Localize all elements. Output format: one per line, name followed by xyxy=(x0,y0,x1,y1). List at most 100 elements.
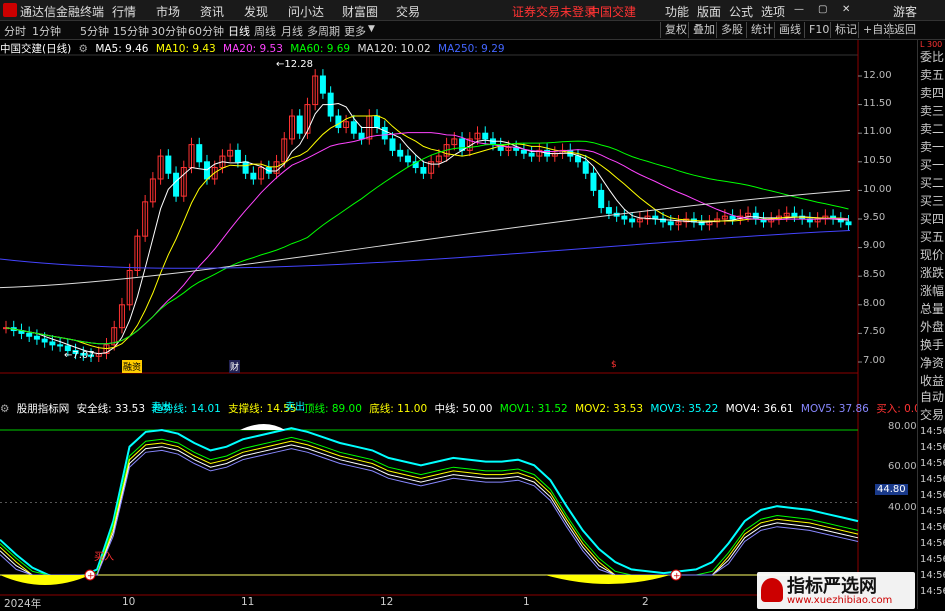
huaxian-button[interactable]: 画线 xyxy=(774,22,805,38)
event-marker-rongzi[interactable]: 融资 xyxy=(122,360,143,373)
duogu-button[interactable]: 多股 xyxy=(716,22,747,38)
indicator-legend: ⚙ 股朋指标网 安全线: 33.53 趋势线: 14.01 支撑线: 14.55… xyxy=(0,401,931,416)
indicator-value: MOV2: 33.53 xyxy=(575,403,644,415)
tab-weekly[interactable]: 周线 xyxy=(254,23,276,39)
candle-body xyxy=(242,161,249,174)
tab-1min[interactable]: 1分钟 xyxy=(32,23,61,39)
tab-multi-period[interactable]: 多周期 xyxy=(307,23,340,39)
tab-more[interactable]: 更多 xyxy=(344,23,366,39)
top-fill xyxy=(240,424,285,430)
ma60-label: MA60: 9.69 xyxy=(290,43,351,55)
time-row: 14:56 xyxy=(920,538,945,549)
menu-faxian[interactable]: 发现 xyxy=(244,3,268,20)
candle-body xyxy=(173,172,180,197)
quote-row[interactable]: 卖二 xyxy=(920,120,944,137)
kline-chart[interactable]: + + xyxy=(0,40,917,609)
quote-row[interactable]: 卖五 xyxy=(920,66,944,83)
settings-icon[interactable]: ⚙ xyxy=(79,43,88,55)
menu-hangqing[interactable]: 行情 xyxy=(112,3,136,20)
indicator-tick: 60.00 xyxy=(888,461,917,472)
low-price-label: ←7.07 xyxy=(64,350,95,361)
price-tick: 12.00 xyxy=(863,70,892,81)
quote-row[interactable]: 外盘 xyxy=(920,318,944,335)
back-button[interactable]: 返回 xyxy=(889,22,920,38)
quote-row[interactable]: 买五 xyxy=(920,228,944,245)
fuquan-button[interactable]: 复权 xyxy=(660,22,691,38)
candle-body xyxy=(845,221,852,226)
menu-gongshi[interactable]: 公式 xyxy=(729,3,753,20)
menu-wenxiaoda[interactable]: 问小达 xyxy=(288,3,324,20)
high-price-label: ←12.28 xyxy=(276,59,314,70)
quote-row[interactable]: 换手 xyxy=(920,336,944,353)
menu-shichang[interactable]: 市场 xyxy=(156,3,180,20)
diejia-button[interactable]: 叠加 xyxy=(688,22,719,38)
tab-daily[interactable]: 日线 xyxy=(228,23,250,39)
quote-row[interactable]: 买二 xyxy=(920,174,944,191)
tab-30min[interactable]: 30分钟 xyxy=(151,23,187,39)
biaoji-button[interactable]: 标记 xyxy=(830,22,861,38)
maximize-icon[interactable]: ▢ xyxy=(818,4,827,15)
price-tick: 9.50 xyxy=(863,212,886,223)
quote-panel: L 300 委比 卖五 卖四 卖三 卖二 卖一 买一 买二 买三 买四 买五 现… xyxy=(917,40,945,609)
candle-body xyxy=(389,138,396,151)
trade-label[interactable]: 交易 xyxy=(920,406,944,423)
candle-body xyxy=(203,161,210,180)
tab-15min[interactable]: 15分钟 xyxy=(113,23,149,39)
quote-row[interactable]: 净资 xyxy=(920,354,944,371)
candle-body xyxy=(381,126,388,140)
quote-row[interactable]: 涨跌 xyxy=(920,264,944,281)
quote-row[interactable]: 卖四 xyxy=(920,84,944,101)
indicator-value: MOV5: 37.86 xyxy=(800,403,869,415)
settings-icon[interactable]: ⚙ xyxy=(0,403,9,415)
event-marker-cai[interactable]: 财 xyxy=(229,360,241,373)
mov-line xyxy=(0,436,859,576)
f10-button[interactable]: F10 xyxy=(804,22,833,38)
guest-label[interactable]: 游客 xyxy=(893,3,917,20)
candle-body xyxy=(196,144,203,163)
tab-monthly[interactable]: 月线 xyxy=(281,23,303,39)
indicator-tick: 40.00 xyxy=(888,502,917,513)
quote-row[interactable]: 现价 xyxy=(920,246,944,263)
quote-row[interactable]: 总量 xyxy=(920,300,944,317)
ma120-label: MA120: 10.02 xyxy=(357,43,431,55)
candle-body xyxy=(729,215,736,220)
quote-row[interactable]: 买一 xyxy=(920,156,944,173)
ma-legend: 中国交建(日线) ⚙ MA5: 9.46 MA10: 9.43 MA20: 9.… xyxy=(0,41,509,55)
price-tick: 10.00 xyxy=(863,184,892,195)
event-marker-dollar[interactable]: $ xyxy=(611,360,617,370)
login-notice[interactable]: 证券交易未登录 xyxy=(512,3,596,20)
minimize-icon[interactable]: — xyxy=(794,4,804,15)
candle-body xyxy=(528,152,535,157)
time-row: 14:56 xyxy=(920,458,945,469)
quote-row[interactable]: 收益 xyxy=(920,372,944,389)
watermark-banner: 指标严选网 www.xuezhibiao.com xyxy=(757,572,915,609)
menu-banmian[interactable]: 版面 xyxy=(697,3,721,20)
tongji-button[interactable]: 统计 xyxy=(746,22,777,38)
menu-gongneng[interactable]: 功能 xyxy=(665,3,689,20)
quote-row[interactable]: 卖三 xyxy=(920,102,944,119)
menu-caifuquan[interactable]: 财富圈 xyxy=(342,3,378,20)
ma250-label: MA250: 9.29 xyxy=(438,43,505,55)
quote-row[interactable]: 买三 xyxy=(920,192,944,209)
x-tick: 2 xyxy=(642,596,649,608)
x-tick: 11 xyxy=(241,596,255,608)
quote-row[interactable]: 卖一 xyxy=(920,138,944,155)
tab-fenshi[interactable]: 分时 xyxy=(4,23,26,39)
menu-jiaoyi[interactable]: 交易 xyxy=(396,3,420,20)
candle-body xyxy=(404,155,411,163)
tab-5min[interactable]: 5分钟 xyxy=(80,23,109,39)
auto-label[interactable]: 自动 xyxy=(920,388,944,405)
quote-row[interactable]: 委比 xyxy=(920,48,944,65)
tab-60min[interactable]: 60分钟 xyxy=(188,23,224,39)
candle-body xyxy=(629,218,636,223)
more-dropdown-icon[interactable]: ▼ xyxy=(368,24,375,34)
quote-row[interactable]: 涨幅 xyxy=(920,282,944,299)
menu-bar: 通达信金融终端 行情 市场 资讯 发现 问小达 财富圈 交易 证券交易未登录 中… xyxy=(0,0,945,21)
close-icon[interactable]: ✕ xyxy=(842,4,850,15)
candle-body xyxy=(49,341,56,346)
menu-xuanxiang[interactable]: 选项 xyxy=(761,3,785,20)
indicator-value: 安全线: 33.53 xyxy=(76,403,146,415)
candle-body xyxy=(296,115,303,134)
quote-row[interactable]: 买四 xyxy=(920,210,944,227)
menu-zixun[interactable]: 资讯 xyxy=(200,3,224,20)
